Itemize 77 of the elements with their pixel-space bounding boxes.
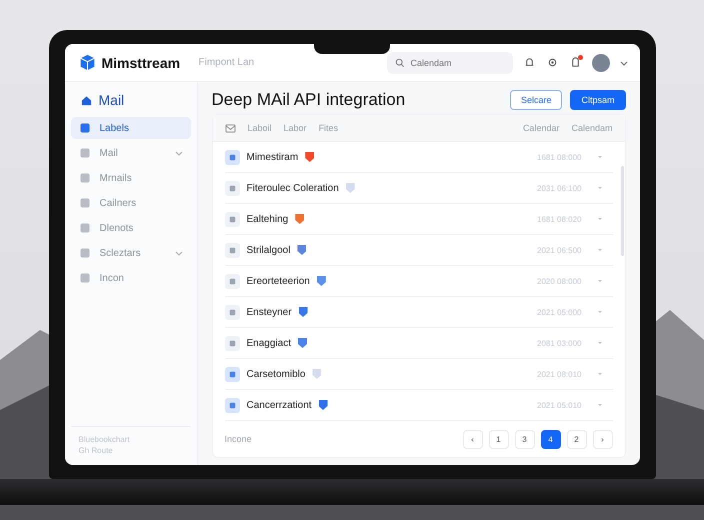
row-date: 1681 08:000 (537, 152, 582, 162)
row-title: Fiteroulec Coleration (246, 182, 339, 194)
row-date: 2021 05:010 (537, 400, 582, 410)
row-title: Carsetomiblo (246, 368, 306, 380)
page-button[interactable]: 2 (566, 430, 586, 448)
row-date: 2020 08:000 (537, 276, 582, 286)
square-icon (78, 197, 90, 209)
square-icon (78, 272, 90, 284)
caret-icon[interactable] (596, 185, 602, 191)
caret-icon[interactable] (596, 402, 602, 408)
sidebar-heading: Mail (98, 92, 124, 108)
search-input[interactable]: Calendam (408, 56, 502, 68)
page-button[interactable]: 4 (540, 430, 560, 448)
mail-row[interactable]: Cancerrzationt 2021 05:010 (224, 390, 612, 421)
sidebar-item[interactable]: Mail (70, 142, 190, 164)
column-header[interactable]: Calendam (571, 123, 612, 133)
row-date: 2031 06:100 (537, 184, 582, 192)
page-button[interactable]: ‹ (462, 430, 482, 448)
caret-icon[interactable] (596, 247, 602, 253)
caret-icon[interactable] (596, 340, 602, 346)
cube-logo-icon (78, 54, 96, 71)
sidebar-item[interactable]: Mrnails (70, 167, 190, 189)
row-title: Cancerrzationt (246, 400, 312, 410)
square-icon (78, 122, 90, 134)
chevron-down-icon (174, 249, 182, 257)
row-title: Ereorteteerion (246, 276, 310, 286)
sidebar-item[interactable]: Labels (70, 117, 190, 139)
primary-button[interactable]: Cltpsam (570, 90, 626, 110)
row-date: 2021 08:010 (537, 370, 582, 378)
mail-row[interactable]: Ealtehing 1681 08:020 (224, 204, 612, 235)
mail-row[interactable]: Mimestiram 1681 08:000 (224, 142, 612, 173)
page-button[interactable]: 3 (514, 430, 534, 448)
search-icon (394, 58, 404, 68)
row-title: Mimestiram (246, 152, 298, 162)
square-icon (78, 172, 90, 184)
row-date: 2021 05:000 (537, 308, 582, 316)
table-footer-label: Incone (224, 434, 252, 444)
search-field[interactable]: Calendam (386, 52, 512, 74)
avatar[interactable] (592, 54, 610, 72)
row-title: Ealtehing (246, 214, 288, 224)
page-button[interactable]: 1 (488, 430, 508, 448)
sidebar-item[interactable]: Cailners (70, 192, 190, 214)
caret-icon[interactable] (596, 371, 602, 377)
sidebar-item[interactable]: Scleztars (70, 242, 190, 264)
row-date: 1681 08:020 (537, 214, 582, 224)
mail-row[interactable]: Carsetomiblo 2021 08:010 (224, 359, 612, 390)
caret-icon[interactable] (596, 278, 602, 284)
row-date: 2021 06:500 (537, 246, 582, 254)
caret-icon[interactable] (596, 216, 602, 222)
home-icon (80, 94, 92, 106)
mail-row[interactable]: Strilalgool 2021 06:500 (224, 235, 612, 266)
sidebar-item[interactable]: Dlenots (70, 217, 190, 239)
mail-row[interactable]: Enaggiact 2081 03:000 (224, 328, 612, 359)
row-title: Enaggiact (246, 338, 291, 348)
secondary-button[interactable]: Selcare (510, 90, 562, 110)
row-title: Ensteyner (246, 306, 292, 318)
square-icon (78, 247, 90, 259)
mail-row[interactable]: Fiteroulec Coleration 2031 06:100 (224, 173, 612, 204)
square-icon (78, 147, 90, 159)
page-title: Deep MAil API integration (212, 90, 406, 110)
page-button[interactable]: › (592, 430, 612, 448)
mail-icon (224, 124, 236, 132)
square-icon (78, 222, 90, 234)
caret-icon[interactable] (596, 309, 602, 315)
app-name: Mimsttream (102, 54, 180, 70)
chevron-down-icon (174, 149, 182, 157)
chevron-down-icon[interactable] (620, 58, 628, 66)
caret-icon[interactable] (596, 154, 602, 160)
column-header[interactable]: Laboil (248, 123, 272, 133)
column-header[interactable]: Labor (284, 123, 307, 133)
row-title: Strilalgool (246, 244, 290, 256)
mail-row[interactable]: Ereorteteerion 2020 08:000 (224, 266, 612, 297)
row-date: 2081 03:000 (537, 338, 582, 348)
column-header[interactable]: Fites (318, 123, 338, 133)
mail-row[interactable]: Ensteyner 2021 05:000 (224, 297, 612, 328)
column-header[interactable]: Calendar (522, 123, 560, 133)
sidebar-item[interactable]: Incon (70, 267, 190, 289)
